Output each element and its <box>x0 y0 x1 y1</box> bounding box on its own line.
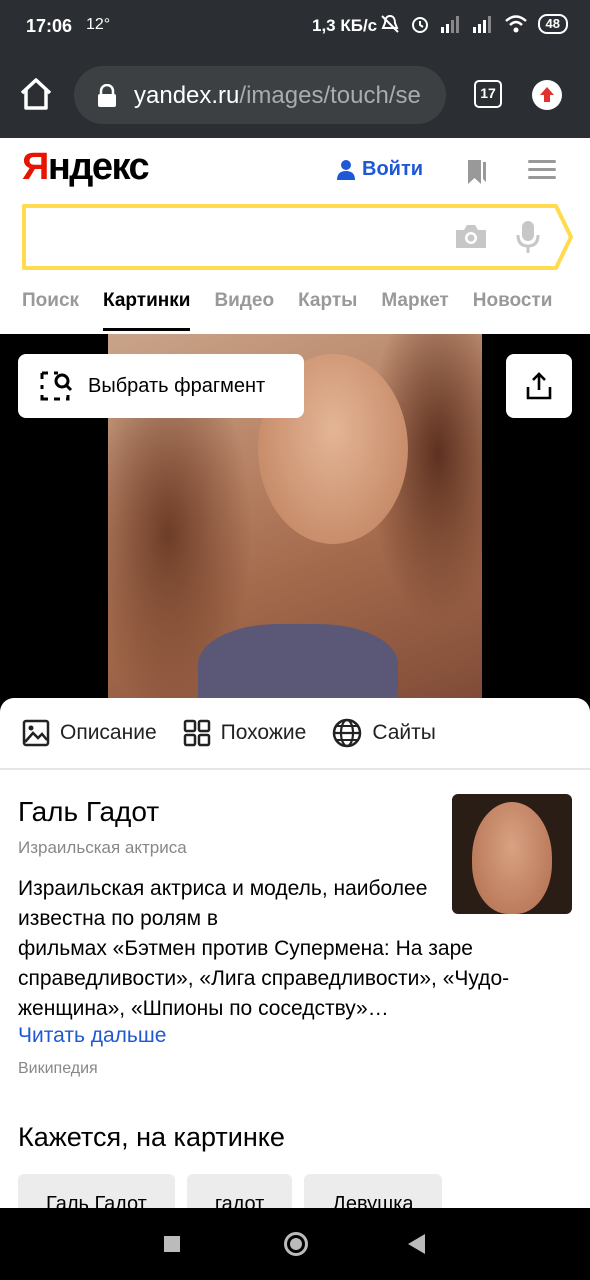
lock-icon <box>98 84 116 107</box>
system-nav-bar <box>0 1208 590 1280</box>
source-label[interactable]: Википедия <box>18 1060 98 1078</box>
camera-icon[interactable] <box>454 222 488 250</box>
select-fragment-label: Выбрать фрагмент <box>88 374 266 397</box>
collections-icon[interactable] <box>466 158 488 186</box>
logo-letter: Я <box>22 146 49 188</box>
select-fragment-button[interactable]: Выбрать фрагмент <box>18 354 304 418</box>
services-nav: Поиск Картинки Видео Карты Маркет Новост… <box>22 290 552 334</box>
tab-similar[interactable]: Похожие <box>183 719 307 747</box>
search-input[interactable] <box>22 204 574 270</box>
microphone-icon[interactable] <box>516 220 540 254</box>
battery-indicator: 48 <box>537 14 568 34</box>
status-temperature: 12° <box>86 16 111 33</box>
service-market[interactable]: Маркет <box>381 290 448 334</box>
service-search[interactable]: Поиск <box>22 290 79 334</box>
logo-rest: ндекс <box>47 146 150 188</box>
home-nav-icon[interactable] <box>284 1232 308 1256</box>
menu-icon[interactable] <box>528 160 556 182</box>
entity-subtitle: Израильская актриса <box>18 838 187 857</box>
globe-icon <box>333 718 362 748</box>
url-path: /images/touch/se <box>239 82 421 109</box>
recents-icon[interactable] <box>164 1236 180 1252</box>
status-time: 17:06 <box>26 16 73 36</box>
login-button[interactable]: Войти <box>336 158 423 181</box>
service-news[interactable]: Новости <box>473 290 553 334</box>
home-icon[interactable] <box>18 76 54 112</box>
tab-sites[interactable]: Сайты <box>332 718 436 748</box>
tab-description-label: Описание <box>60 721 157 744</box>
seems-title: Кажется, на картинке <box>18 1122 285 1152</box>
tab-sites-label: Сайты <box>372 721 436 744</box>
yandex-header: Яндекс Войти Поиск Картинки Видео Карты <box>0 138 590 334</box>
image-icon <box>22 719 50 747</box>
entity-title[interactable]: Галь Гадот <box>18 796 159 828</box>
service-maps[interactable]: Карты <box>298 290 357 334</box>
mute-icon <box>380 14 399 33</box>
back-icon[interactable] <box>408 1234 425 1254</box>
tab-similar-label: Похожие <box>220 721 307 744</box>
arrow-up-icon <box>535 83 559 107</box>
share-button[interactable] <box>506 354 572 418</box>
panel-tabs: Описание Похожие Сайты <box>0 698 590 770</box>
tab-description[interactable]: Описание <box>22 719 157 747</box>
entity-description: Израильская актриса и модель, наиболее и… <box>18 877 428 930</box>
share-icon <box>526 372 552 400</box>
wifi-icon <box>504 15 527 33</box>
service-video[interactable]: Видео <box>214 290 274 334</box>
image-viewer: Выбрать фрагмент <box>0 334 590 712</box>
search-frame <box>22 204 573 270</box>
status-icons: 48 <box>380 14 568 34</box>
login-label: Войти <box>362 158 424 180</box>
network-speed: 1,3 КБ/с <box>312 16 378 35</box>
address-bar[interactable]: yandex.ru/images/touch/se <box>74 66 446 124</box>
grid-icon <box>183 719 210 747</box>
status-bar: 17:06 12° 1,3 КБ/с 48 <box>0 0 590 52</box>
signal-icon <box>472 16 491 33</box>
url-text: yandex.ru/images/touch/se <box>134 82 421 110</box>
read-more-link[interactable]: Читать дальше <box>18 1024 166 1048</box>
yandex-logo[interactable]: Яндекс <box>22 146 150 189</box>
user-icon <box>337 159 355 180</box>
url-host: yandex.ru <box>134 82 240 109</box>
browser-toolbar: yandex.ru/images/touch/se 17 <box>0 52 590 138</box>
service-images[interactable]: Картинки <box>103 290 191 334</box>
crop-search-icon <box>40 371 73 401</box>
signal-icon <box>440 16 459 33</box>
alarm-icon <box>411 17 428 33</box>
tab-switcher-button[interactable]: 17 <box>474 80 502 108</box>
entity-description-continued: фильмах «Бэтмен против Супермена: На зар… <box>18 937 510 1020</box>
entity-thumbnail[interactable] <box>452 794 572 914</box>
info-panel: Описание Похожие Сайты Галь Гадот Израил… <box>0 698 590 1218</box>
update-button[interactable] <box>532 80 562 110</box>
